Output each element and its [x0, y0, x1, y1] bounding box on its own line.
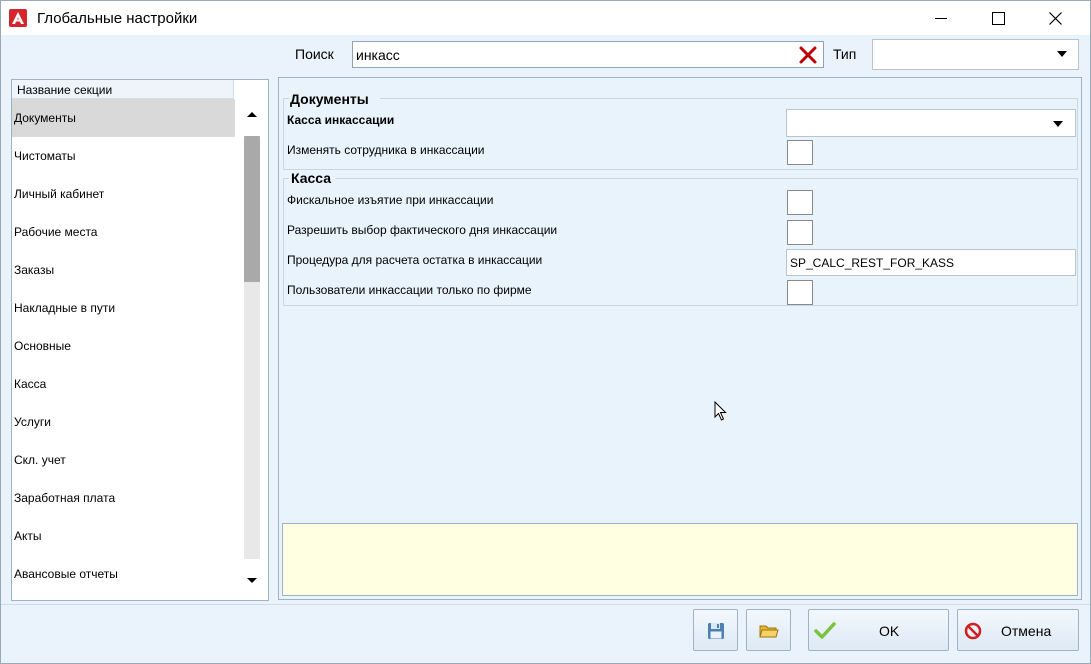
type-label: Тип [833, 46, 857, 62]
list-item-label: Рабочие места [14, 225, 98, 239]
list-item[interactable]: Личный кабинет [12, 175, 235, 213]
list-item-label: Касса [14, 377, 47, 391]
ok-button[interactable]: OK [808, 609, 949, 651]
save-button[interactable] [693, 609, 738, 651]
clear-search-icon[interactable] [799, 46, 817, 64]
close-button[interactable] [1032, 1, 1078, 35]
ok-button-label: OK [879, 623, 900, 639]
procedure-value: SP_CALC_REST_FOR_KASS [790, 256, 955, 270]
group-documents-title: Документы [290, 91, 369, 107]
title-bar: Глобальные настройки [1, 1, 1090, 35]
list-item[interactable]: Касса [12, 365, 235, 403]
mouse-cursor-icon [714, 401, 727, 421]
fiscal-label: Фискальное изъятие при инкассации [287, 193, 494, 207]
scroll-track[interactable] [244, 136, 260, 559]
allow-day-checkbox[interactable] [787, 220, 813, 245]
list-item[interactable]: Заработная плата [12, 479, 235, 517]
list-item[interactable]: Документы [12, 99, 235, 137]
search-field[interactable] [352, 41, 824, 68]
scroll-up-icon[interactable] [247, 112, 257, 117]
folder-icon [759, 625, 779, 638]
list-item[interactable]: Услуги [12, 403, 235, 441]
scroll-down-icon[interactable] [247, 578, 257, 583]
section-list: Название секции Документы Чистоматы Личн… [11, 79, 269, 601]
cancel-icon [964, 622, 982, 640]
app-logo-icon [9, 9, 27, 27]
list-item-label: Услуги [14, 415, 51, 429]
section-list-scrollbar[interactable] [241, 99, 268, 600]
maximize-button[interactable] [975, 1, 1021, 35]
close-icon [1049, 12, 1062, 25]
floppy-disk-icon [708, 623, 724, 639]
list-item[interactable]: Акты [12, 517, 235, 555]
group-border [284, 98, 289, 99]
list-item-label: Документы [14, 111, 76, 125]
maximize-icon [992, 12, 1005, 25]
chevron-down-icon [1057, 51, 1067, 57]
procedure-label: Процедура для расчета остатка в инкассац… [287, 253, 543, 267]
users-checkbox[interactable] [787, 280, 813, 305]
list-item-label: Скл. учет [14, 453, 66, 467]
change-employee-label: Изменять сотрудника в инкассации [287, 143, 485, 157]
list-item-label: Основные [14, 339, 71, 353]
section-list-header[interactable]: Название секции [12, 80, 234, 99]
users-label: Пользователи инкассации только по фирме [287, 283, 532, 297]
minimize-icon [935, 18, 947, 19]
list-item-label: Авансовые отчеты [14, 567, 118, 581]
bottom-separator [1, 604, 1090, 605]
fiscal-checkbox[interactable] [787, 190, 813, 215]
list-item[interactable]: Накладные в пути [12, 289, 235, 327]
minimize-button[interactable] [918, 1, 964, 35]
procedure-field[interactable]: SP_CALC_REST_FOR_KASS [786, 249, 1076, 276]
window-title: Глобальные настройки [37, 10, 198, 27]
change-employee-checkbox[interactable] [787, 140, 813, 165]
list-item[interactable]: Основные [12, 327, 235, 365]
type-dropdown[interactable] [872, 39, 1079, 70]
group-border [380, 98, 1078, 99]
cancel-button-label: Отмена [1001, 623, 1052, 639]
cancel-button[interactable]: Отмена [957, 609, 1079, 651]
description-box [282, 523, 1078, 596]
list-item[interactable]: Чистоматы [12, 137, 235, 175]
allow-day-label: Разрешить выбор фактического дня инкасса… [287, 223, 558, 237]
section-list-header-label: Название секции [17, 83, 113, 97]
kassa-dropdown[interactable] [786, 109, 1076, 137]
open-folder-button[interactable] [746, 609, 791, 651]
global-settings-window: Глобальные настройки Поиск Тип Название … [0, 0, 1091, 664]
group-border [284, 178, 289, 179]
chevron-down-icon [1053, 121, 1063, 127]
checkmark-icon [814, 622, 836, 639]
list-item-label: Заказы [14, 263, 55, 277]
list-item-label: Заработная плата [14, 491, 116, 505]
list-item[interactable]: Рабочие места [12, 213, 235, 251]
list-item-label: Чистоматы [14, 149, 76, 163]
settings-panel: Документы Касса инкассации Изменять сотр… [278, 77, 1082, 600]
list-item-label: Личный кабинет [14, 187, 105, 201]
group-border [336, 178, 1078, 179]
search-label: Поиск [295, 46, 334, 62]
list-item[interactable]: Скл. учет [12, 441, 235, 479]
list-item[interactable]: Заказы [12, 251, 235, 289]
list-item-label: Накладные в пути [14, 301, 116, 315]
list-item[interactable]: Авансовые отчеты [12, 555, 235, 593]
kassa-label: Касса инкассации [287, 113, 395, 127]
group-kassa-title: Касса [291, 170, 332, 186]
list-item-label: Акты [14, 529, 42, 543]
search-input[interactable] [355, 44, 785, 65]
scroll-thumb[interactable] [244, 136, 260, 282]
